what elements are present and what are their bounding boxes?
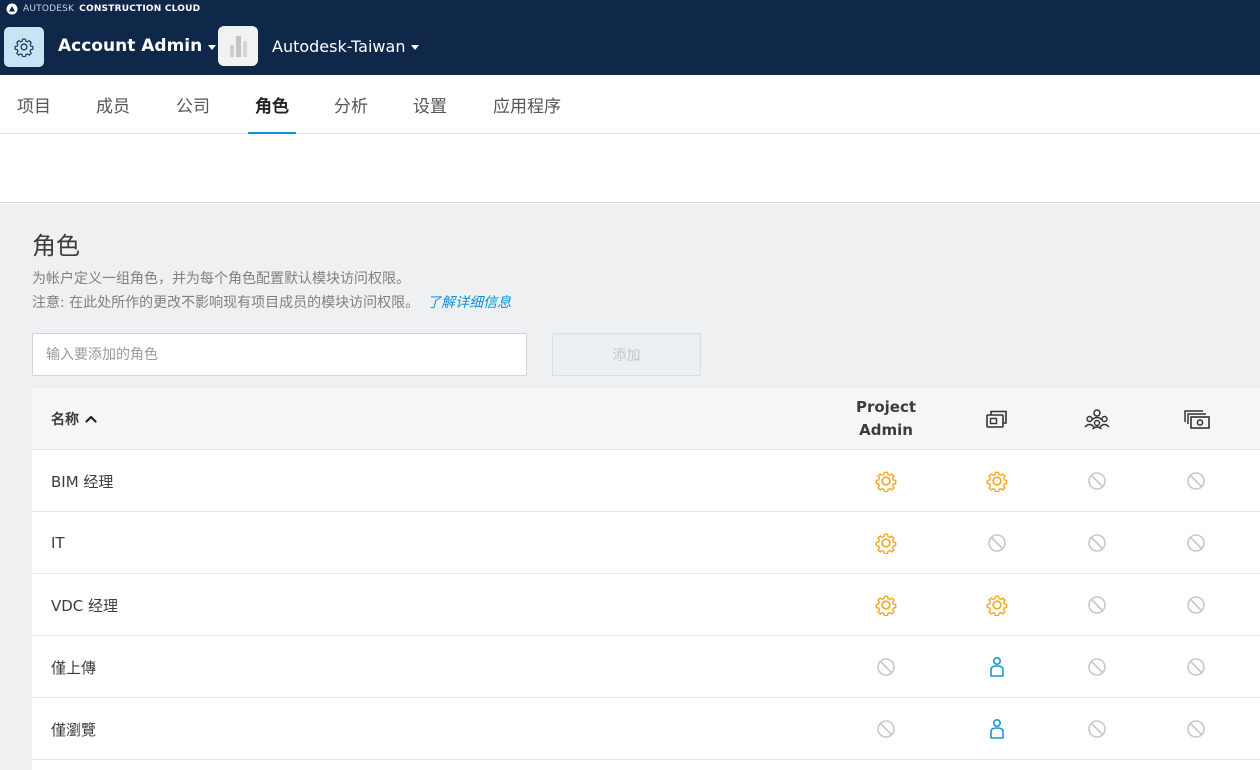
admin-gear-icon [875,471,897,492]
brand-suffix: CONSTRUCTION CLOUD [79,4,201,14]
tab-roles[interactable]: 角色 [248,75,296,135]
column-label-line2: Admin [859,421,913,439]
name-header-label: 名称 [51,412,79,428]
column-label-line1: Project [855,398,917,416]
note-text: 注意: 在此处所作的更改不影响现有项目成员的模块访问权限。 [32,295,420,311]
member-icon [990,718,1004,739]
project-admin-access-cell[interactable] [866,512,906,574]
learn-more-link[interactable]: 了解详细信息 [427,295,511,311]
page-title: 角色 [32,232,80,260]
chevron-down-icon [208,44,217,50]
table-header: 名称 Project Admin [32,388,1260,450]
docs-access-cell[interactable] [977,574,1017,636]
cost-access-cell[interactable] [1176,636,1216,698]
settings-app-button[interactable] [4,27,44,67]
admin-gear-icon [875,595,897,616]
cost-access-cell[interactable] [1176,450,1216,512]
page-note: 注意: 在此处所作的更改不影响现有项目成员的模块访问权限。 了解详细信息 [32,292,511,312]
project-admin-access-cell[interactable] [866,636,906,698]
no-access-icon [988,534,1006,552]
no-access-icon [1088,720,1106,738]
account-switcher-dropdown[interactable]: Autodesk-Taiwan [272,33,420,59]
account-logo-button[interactable] [218,26,258,66]
project-admin-access-cell[interactable] [866,574,906,636]
cost-module-icon [1184,410,1210,429]
no-access-icon [1088,596,1106,614]
project-admin-column-header: Project Admin [846,388,926,450]
no-access-icon [877,658,895,676]
no-access-icon [1088,472,1106,490]
no-access-icon [1088,658,1106,676]
project-admin-access-cell[interactable] [866,450,906,512]
docs-access-cell[interactable] [977,512,1017,574]
app-title: Account Admin [58,36,203,56]
tab-projects[interactable]: 项目 [17,75,51,134]
no-access-icon [1187,720,1205,738]
role-name-input[interactable] [32,333,527,376]
role-name: IT [51,534,65,552]
team-access-cell[interactable] [1077,512,1117,574]
cost-column-header [1177,388,1217,450]
docs-access-cell[interactable] [977,698,1017,760]
admin-gear-icon [986,471,1008,492]
autodesk-logo-icon [6,3,18,15]
role-name: BIM 经理 [51,472,114,491]
team-column-header [1077,388,1117,450]
chevron-up-icon [85,415,97,423]
cost-access-cell[interactable] [1176,574,1216,636]
page-description: 为帐户定义一组角色，并为每个角色配置默认模块访问权限。 [32,271,410,287]
account-name: Autodesk-Taiwan [272,36,406,56]
no-access-icon [877,720,895,738]
team-access-cell[interactable] [1077,450,1117,512]
name-column-header[interactable]: 名称 [51,388,97,450]
cost-access-cell[interactable] [1176,512,1216,574]
team-access-cell[interactable] [1077,698,1117,760]
role-name: VDC 经理 [51,596,119,615]
tab-members[interactable]: 成员 [96,75,130,134]
building-icon [230,36,247,57]
admin-gear-icon [986,595,1008,616]
roles-content: 角色 为帐户定义一组角色，并为每个角色配置默认模块访问权限。 注意: 在此处所作… [0,204,1260,770]
docs-access-cell[interactable] [977,636,1017,698]
tab-settings[interactable]: 设置 [413,75,447,134]
add-role-button[interactable]: 添加 [552,333,701,376]
role-name: 僅上傳 [51,658,97,677]
tab-analytics[interactable]: 分析 [334,75,368,134]
brand-prefix: AUTODESK [23,4,75,14]
no-access-icon [1187,472,1205,490]
table-row[interactable]: 僅瀏覽 [32,698,1260,760]
docs-column-header [977,388,1017,450]
table-row[interactable]: 僅上傳 [32,636,1260,698]
gear-icon [14,38,34,57]
team-access-cell[interactable] [1077,636,1117,698]
spacer-panel [0,134,1260,203]
docs-module-icon [986,410,1007,428]
brand-line: AUTODESK CONSTRUCTION CLOUD [6,2,200,16]
chevron-down-icon [411,44,420,50]
docs-access-cell[interactable] [977,450,1017,512]
no-access-icon [1187,596,1205,614]
table-row[interactable]: IT [32,512,1260,574]
no-access-icon [1187,658,1205,676]
roles-table: 名称 Project Admin BIM 经理 IT VDC 经理 僅上傳 僅瀏… [32,388,1260,770]
role-name: 僅瀏覽 [51,720,97,739]
member-icon [990,656,1004,677]
table-row[interactable]: BIM 经理 [32,450,1260,512]
app-switcher-dropdown[interactable]: Account Admin [58,33,217,59]
admin-gear-icon [875,533,897,554]
no-access-icon [1088,534,1106,552]
cost-access-cell[interactable] [1176,698,1216,760]
team-module-icon [1084,409,1110,430]
top-header: AUTODESK CONSTRUCTION CLOUD Account Admi… [0,0,1260,75]
team-access-cell[interactable] [1077,574,1117,636]
no-access-icon [1187,534,1205,552]
main-tabs: 项目 成员 公司 角色 分析 设置 应用程序 [0,75,1260,135]
tab-companies[interactable]: 公司 [176,75,210,134]
project-admin-access-cell[interactable] [866,698,906,760]
tab-applications[interactable]: 应用程序 [493,75,561,134]
table-row[interactable]: VDC 经理 [32,574,1260,636]
